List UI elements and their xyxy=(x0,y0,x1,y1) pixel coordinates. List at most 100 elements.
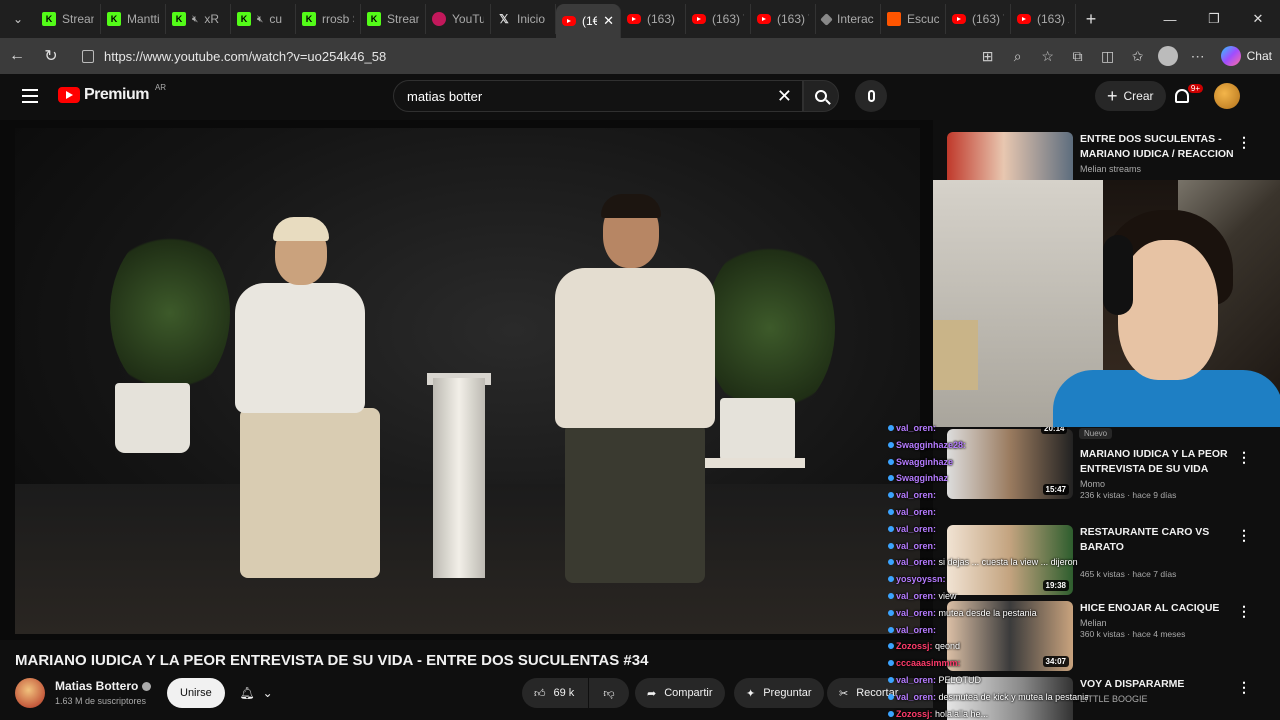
join-button[interactable]: Unirse xyxy=(167,678,225,708)
notifications-button[interactable]: 9+ xyxy=(1175,84,1203,108)
chat-username: val_oren: xyxy=(896,691,937,702)
favorite-star-icon[interactable]: ☆ xyxy=(1035,43,1061,69)
ask-button[interactable]: ✦ Preguntar xyxy=(734,678,824,708)
badge-icon xyxy=(888,643,894,650)
plus-icon: + xyxy=(1107,86,1118,106)
browser-tab[interactable]: K 🔇︎ cu xyxy=(231,4,296,34)
voice-search-button[interactable] xyxy=(855,80,887,112)
dislike-button[interactable]: 👎︎ xyxy=(589,678,629,708)
tab-title: cu xyxy=(269,12,282,26)
account-avatar[interactable] xyxy=(1214,83,1240,109)
share-button[interactable]: ➦ Compartir xyxy=(635,678,725,708)
minimize-button[interactable]: — xyxy=(1148,0,1192,38)
chat-text: mutea desde la pestania xyxy=(938,607,1037,618)
search-button[interactable] xyxy=(803,80,839,112)
copilot-chat-button[interactable]: Chat xyxy=(1220,46,1272,66)
browser-tab[interactable]: Krrosb S xyxy=(296,4,361,34)
youtube-premium-logo[interactable]: Premium AR xyxy=(58,82,167,104)
tab-actions-menu[interactable]: ⌄ xyxy=(0,0,36,38)
muted-speaker-icon[interactable]: 🔇︎ xyxy=(257,14,263,25)
muted-speaker-icon[interactable]: 🔇︎ xyxy=(192,14,198,25)
reload-button[interactable]: ↻ xyxy=(34,46,68,66)
chat-message: val_oren: xyxy=(888,541,936,551)
interviewee xyxy=(230,217,390,603)
more-options-icon[interactable]: ⋮ xyxy=(1237,527,1251,544)
browser-tab[interactable]: K 🔇︎ xR xyxy=(166,4,231,34)
more-options-icon[interactable]: ⋮ xyxy=(1237,449,1251,466)
browser-tab[interactable]: 𝕏 Inicio xyxy=(491,4,556,34)
chat-message: val_oren: xyxy=(888,507,936,517)
browser-tab[interactable]: Escuch xyxy=(881,4,946,34)
browser-tab[interactable]: (163) V xyxy=(686,4,751,34)
chat-text: si dejas ... cuesta la view ... dijeron xyxy=(938,557,1078,568)
browser-tab[interactable]: K Stream xyxy=(36,4,101,34)
more-options-icon[interactable]: ⋮ xyxy=(1237,679,1251,696)
chat-message: Zozossj: holalalla he... xyxy=(888,709,988,719)
toolbar-icons: ⊞ ⌕ ☆ ⧉ ◫ ✩ ⋯ Chat xyxy=(975,38,1280,74)
chat-message: val_oren: desmutea de kick y mutea la pe… xyxy=(888,692,1088,702)
browser-tab[interactable]: (163) V xyxy=(751,4,816,34)
close-window-button[interactable]: ✕ xyxy=(1236,0,1280,38)
channel-avatar[interactable] xyxy=(15,678,45,708)
badge-icon xyxy=(888,559,894,566)
video-player[interactable] xyxy=(0,120,933,640)
browser-tab[interactable]: (163) Z xyxy=(1011,4,1076,34)
badge-icon xyxy=(888,458,894,465)
site-info-icon[interactable] xyxy=(82,49,94,63)
zoom-icon[interactable]: ⌕ xyxy=(1005,43,1031,69)
browser-tab[interactable]: (163) a xyxy=(621,4,686,34)
share-label: Compartir xyxy=(664,687,713,699)
thumbs-down-icon: 👎︎ xyxy=(603,687,615,700)
tab-title: rrosb S xyxy=(322,12,354,26)
profile-icon[interactable] xyxy=(1155,43,1181,69)
clear-search-icon[interactable]: ✕ xyxy=(777,86,792,107)
badge-icon xyxy=(888,710,894,717)
search-input[interactable]: matias botter ✕ xyxy=(393,80,803,112)
tab-title: Escuch xyxy=(907,12,939,26)
browser-tab[interactable]: Interac xyxy=(816,4,881,34)
more-options-icon[interactable]: ⋮ xyxy=(1237,603,1251,620)
browser-tab-strip: ⌄ KStreamKManttiK🔇︎xRK🔇︎cuKrrosb SKStrea… xyxy=(0,0,1280,38)
chat-username: val_oren: xyxy=(896,557,937,568)
back-button[interactable]: ← xyxy=(0,47,34,65)
browser-tab[interactable]: YouTu xyxy=(426,4,491,34)
browser-tab[interactable]: K Stream xyxy=(361,4,426,34)
browser-tab[interactable]: (163) V xyxy=(946,4,1011,34)
chat-username: val_oren: xyxy=(896,607,937,618)
new-tab-button[interactable]: + xyxy=(1076,9,1106,30)
more-options-icon[interactable]: ⋮ xyxy=(1237,134,1251,151)
tab-title: Stream xyxy=(62,12,94,26)
copilot-icon xyxy=(1220,46,1241,66)
search-icon xyxy=(815,90,827,102)
extensions-icon[interactable]: ⧉ xyxy=(1065,43,1091,69)
split-screen-icon[interactable]: ◫ xyxy=(1095,43,1121,69)
window-controls: — ❐ ✕ xyxy=(1148,0,1280,38)
like-button[interactable]: 👍︎ 69 k xyxy=(522,678,588,708)
chat-message: cccaaasimmm: xyxy=(888,658,961,668)
recommendation-channel: Momo xyxy=(1080,479,1106,489)
maximize-button[interactable]: ❐ xyxy=(1192,0,1236,38)
chat-username: val_oren: xyxy=(896,675,937,685)
chat-message: val_oren: xyxy=(888,625,936,635)
x-icon: 𝕏 xyxy=(499,12,509,26)
browser-tab[interactable]: (1€ ✕ xyxy=(556,4,621,38)
more-menu-icon[interactable]: ⋯ xyxy=(1185,43,1211,69)
region-code: AR xyxy=(154,82,167,92)
browser-tab[interactable]: K Mantti xyxy=(101,4,166,34)
video-frame xyxy=(15,128,920,634)
badge-icon xyxy=(888,593,894,599)
recommendation-title: MARIANO IUDICA Y LA PEOR ENTREVISTA DE S… xyxy=(1080,448,1228,475)
recommendation-meta: 236 k vistas · hace 9 días xyxy=(1080,490,1177,500)
badge-icon xyxy=(888,492,894,499)
url-field[interactable]: https://www.youtube.com/watch?v=uo254k46… xyxy=(72,42,952,70)
plant-left xyxy=(110,228,230,398)
close-tab-icon[interactable]: ✕ xyxy=(603,13,614,29)
app-available-icon[interactable]: ⊞ xyxy=(975,43,1001,69)
create-button[interactable]: + Crear xyxy=(1095,81,1166,111)
kick-icon: K xyxy=(107,12,121,26)
channel-name-link[interactable]: Matias Bottero xyxy=(55,679,152,693)
favorites-icon[interactable]: ✩ xyxy=(1125,43,1151,69)
hamburger-menu-icon[interactable] xyxy=(22,89,38,103)
youtube-icon xyxy=(562,16,576,26)
notification-settings-button[interactable]: 🔔︎ ⌄ xyxy=(231,678,281,708)
